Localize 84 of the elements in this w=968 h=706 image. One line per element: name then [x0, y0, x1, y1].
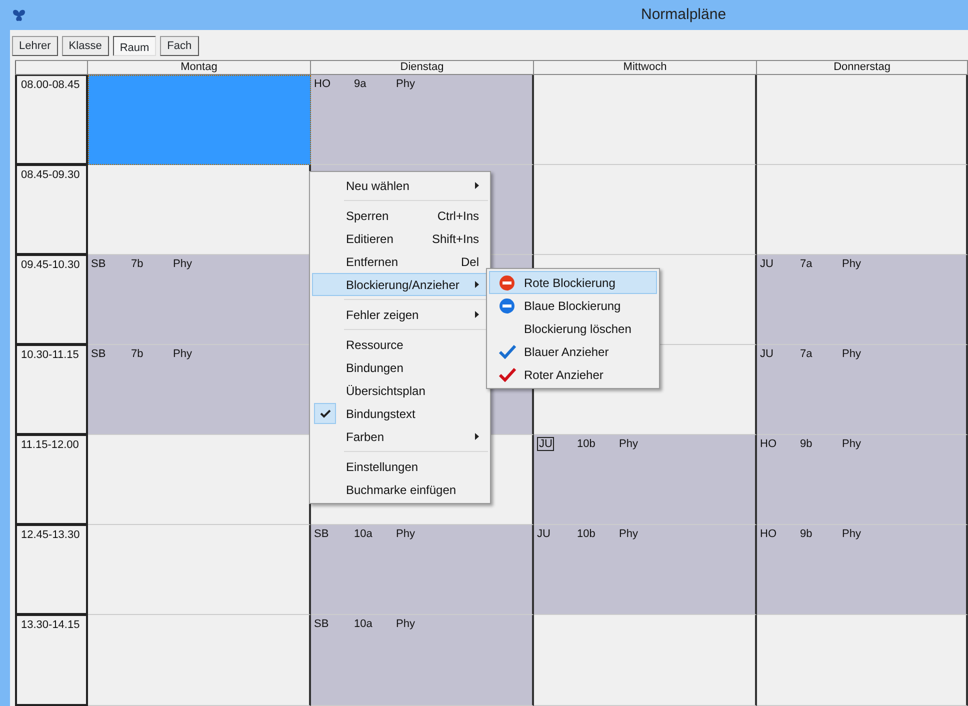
teacher-code: JU [537, 528, 550, 540]
teacher-code: JU [760, 258, 774, 270]
subject-code: Phy [842, 437, 861, 452]
teacher-code: HO [760, 438, 776, 450]
menu-item[interactable]: Blockierung/Anzieher [312, 273, 488, 296]
class-code: 9b [800, 528, 812, 540]
menu-item[interactable]: Entfernen Del [312, 250, 488, 273]
teacher-code: SB [314, 528, 329, 540]
toolbar-tab[interactable]: Lehrer [12, 36, 58, 56]
column-header: Mittwoch [534, 61, 757, 75]
menu-item[interactable]: Sperren Ctrl+Ins [312, 204, 488, 227]
class-code: 10b [577, 528, 596, 540]
subject-code: Phy [173, 257, 192, 272]
column-header: Montag [88, 61, 311, 75]
time-cell: 12.45-13.30 [15, 525, 88, 615]
teacher-code: HO [314, 78, 330, 90]
teacher-code: SB [314, 618, 329, 630]
subject-code: Phy [619, 437, 638, 452]
class-code: 10a [354, 528, 372, 540]
teacher-code: SB [91, 348, 106, 360]
subject-code: Phy [396, 77, 415, 92]
lesson-cell[interactable]: SB 10a Phy [311, 525, 534, 615]
class-code: 10a [354, 618, 372, 630]
toolbar-tab[interactable]: Fach [160, 36, 199, 56]
lesson-cell[interactable]: HO 9b Phy [757, 435, 968, 525]
empty-cell[interactable] [757, 75, 968, 165]
menu-item[interactable]: Neu wählen [312, 174, 488, 197]
lesson-cell[interactable]: HO 9b Phy [757, 525, 968, 615]
class-code: 9b [800, 438, 812, 450]
class-code: 10b [577, 438, 596, 450]
class-code: 9a [354, 78, 366, 90]
lesson-cell[interactable]: JU 7a Phy [757, 255, 968, 345]
subject-code: Phy [396, 527, 415, 542]
lesson-cell[interactable]: JU 10b Phy [534, 525, 757, 615]
empty-cell[interactable] [757, 615, 968, 706]
toolbar-tab[interactable]: Klasse [62, 36, 109, 56]
lesson-cell[interactable]: SB 7b Phy [88, 255, 311, 345]
class-code: 7a [800, 258, 812, 270]
lesson-cell[interactable]: SB 7b Phy [88, 345, 311, 435]
class-code: 7a [800, 348, 812, 360]
menu-item[interactable]: Buchmarke einfügen [312, 478, 488, 501]
lesson-cell[interactable]: JU 10b Phy [534, 435, 757, 525]
menu-item[interactable]: Ressource [312, 333, 488, 356]
time-cell: 09.45-10.30 [15, 255, 88, 345]
menu-item[interactable]: Einstellungen [312, 455, 488, 478]
toolbar-tab[interactable]: Raum [112, 36, 156, 56]
menu-item[interactable]: Roter Anzieher [489, 363, 657, 386]
class-code: 7b [131, 258, 144, 270]
shortcut-label: Ctrl+Ins [437, 208, 479, 224]
time-cell: 08.00-08.45 [15, 75, 88, 165]
column-header: Donnerstag [757, 61, 968, 75]
teacher-code: HO [760, 528, 776, 540]
subject-code: Phy [842, 257, 861, 272]
menu-item[interactable]: Blauer Anzieher [489, 340, 657, 363]
subject-code: Phy [619, 527, 638, 542]
teacher-code: JU [760, 348, 774, 360]
teacher-code: JU [537, 437, 554, 451]
lesson-cell[interactable]: JU 7a Phy [757, 345, 968, 435]
window-title: Normalpläne [641, 4, 726, 25]
time-cell: 11.15-12.00 [15, 435, 88, 525]
menu-item[interactable]: Bindungstext [312, 402, 488, 425]
selected-cell[interactable] [88, 75, 311, 165]
menu-item[interactable]: Fehler zeigen [312, 303, 488, 326]
lesson-cell[interactable]: HO 9a Phy [311, 75, 534, 165]
menu-item[interactable]: Rote Blockierung [489, 271, 657, 294]
menu-item[interactable]: Bindungen [312, 356, 488, 379]
shortcut-label: Shift+Ins [432, 230, 479, 248]
time-cell: 13.30-14.15 [15, 615, 88, 706]
lesson-cell[interactable]: SB 10a Phy [311, 615, 534, 706]
subject-code: Phy [842, 347, 861, 362]
menu-item[interactable]: Blockierung löschen [489, 317, 657, 340]
menu-item[interactable]: Farben [312, 425, 488, 448]
subject-code: Phy [842, 527, 861, 542]
menu-item[interactable]: Blaue Blockierung [489, 294, 657, 317]
subject-code: Phy [173, 347, 192, 362]
menu-item[interactable]: Editieren Shift+Ins [312, 227, 488, 250]
time-cell: 08.45-09.30 [15, 165, 88, 255]
column-header: Dienstag [311, 61, 534, 75]
teacher-code: SB [91, 258, 106, 270]
shortcut-label: Del [460, 254, 479, 270]
time-cell: 10.30-11.15 [15, 345, 88, 435]
class-code: 7b [131, 348, 144, 360]
menu-item[interactable]: Übersichtsplan [312, 379, 488, 402]
subject-code: Phy [396, 617, 415, 632]
